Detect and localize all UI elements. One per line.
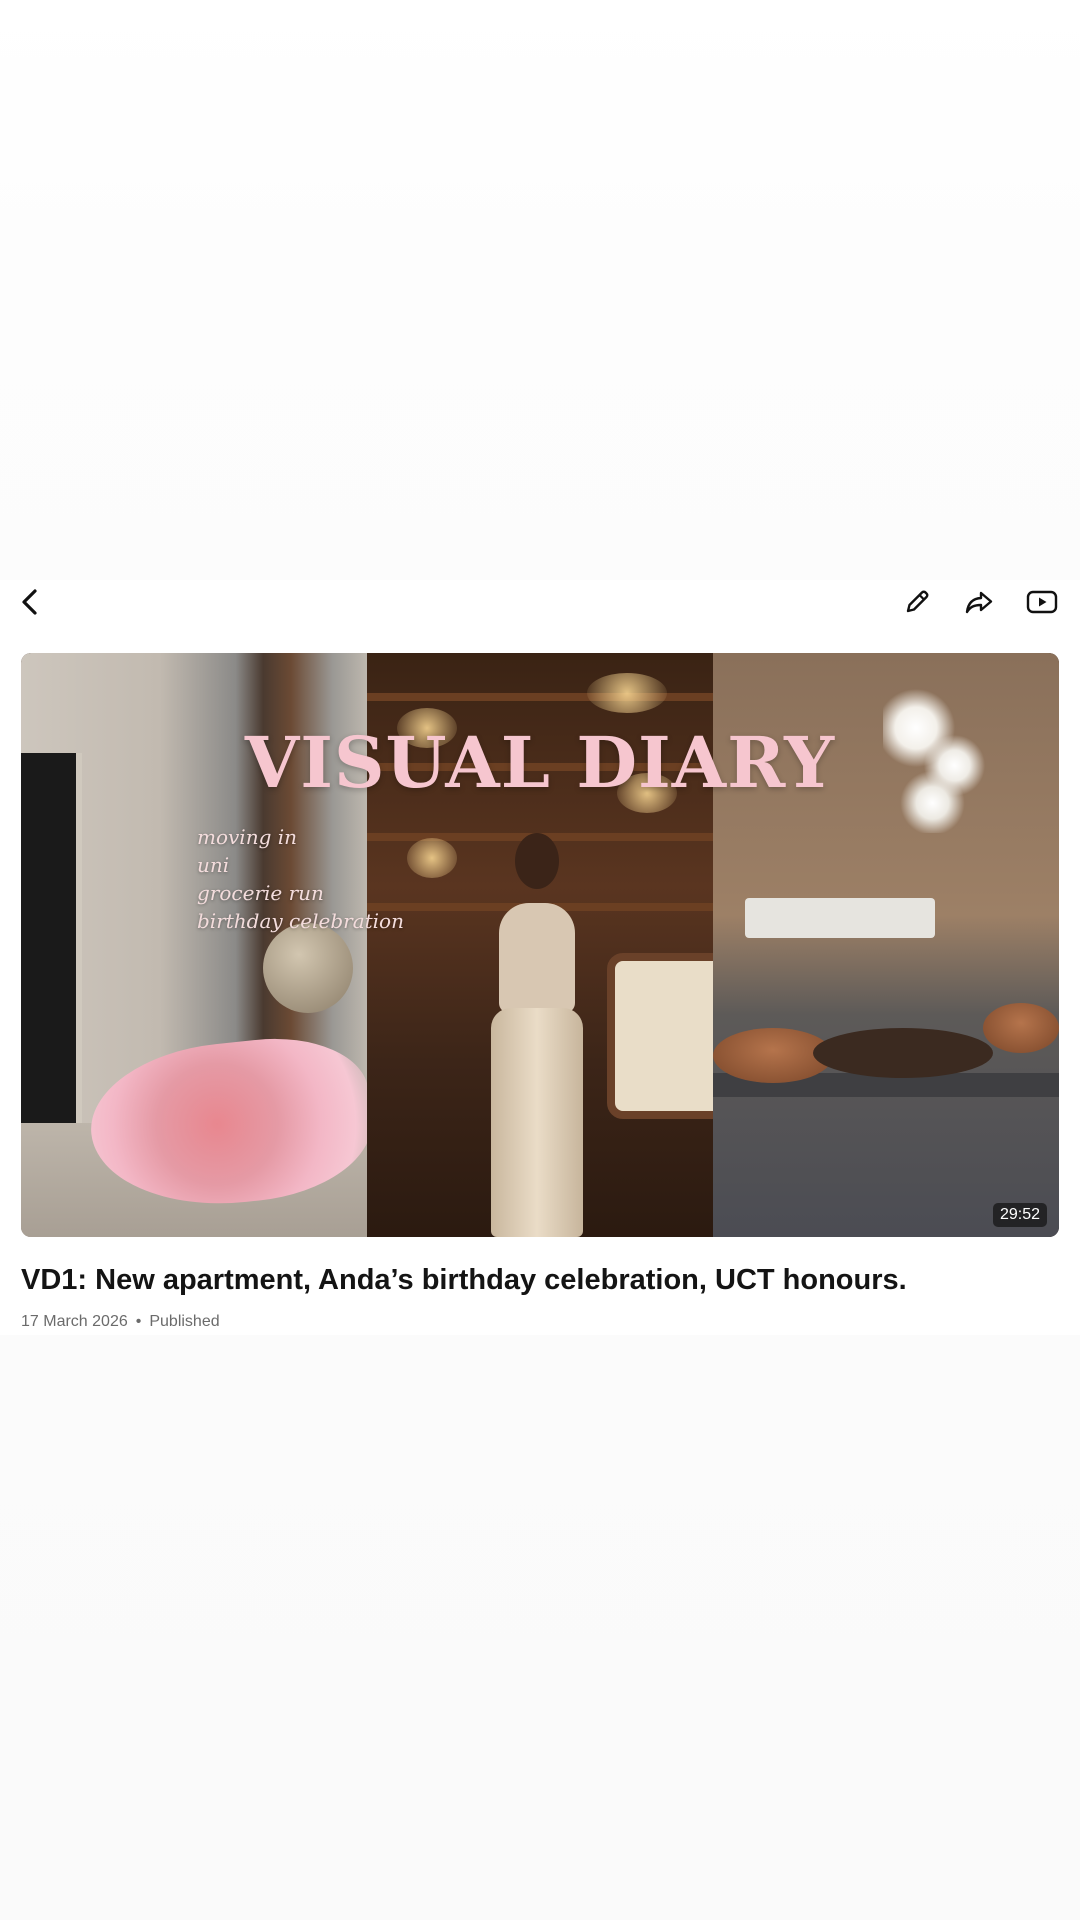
- thumbnail-overlay-list: moving in uni grocerie run birthday cele…: [197, 823, 404, 935]
- visibility-status: Published: [149, 1313, 220, 1330]
- person-figure: [477, 833, 597, 1237]
- pencil-icon: [902, 587, 932, 617]
- duration-badge: 29:52: [992, 1203, 1047, 1227]
- meta-separator: •: [135, 1313, 142, 1330]
- back-chevron-icon: [19, 587, 41, 617]
- video-meta: 17 March 2026 • Published: [21, 1313, 220, 1331]
- share-button[interactable]: [959, 582, 999, 622]
- publish-date: 17 March 2026: [21, 1313, 128, 1330]
- youtube-icon: [1026, 589, 1058, 615]
- video-thumbnail[interactable]: VISUAL DIARY moving in uni grocerie run …: [21, 653, 1059, 1237]
- overlay-item: birthday celebration: [197, 909, 404, 933]
- overlay-item: grocerie run: [197, 881, 324, 905]
- overlay-item: moving in: [197, 825, 298, 849]
- overlay-item: uni: [197, 853, 230, 877]
- share-arrow-icon: [963, 587, 995, 617]
- top-toolbar: [0, 582, 1080, 622]
- youtube-button[interactable]: [1022, 582, 1062, 622]
- back-button[interactable]: [10, 582, 50, 622]
- thumbnail-overlay-title: VISUAL DIARY: [244, 721, 836, 804]
- video-title: VD1: New apartment, Anda’s birthday cele…: [21, 1264, 907, 1296]
- edit-button[interactable]: [897, 582, 937, 622]
